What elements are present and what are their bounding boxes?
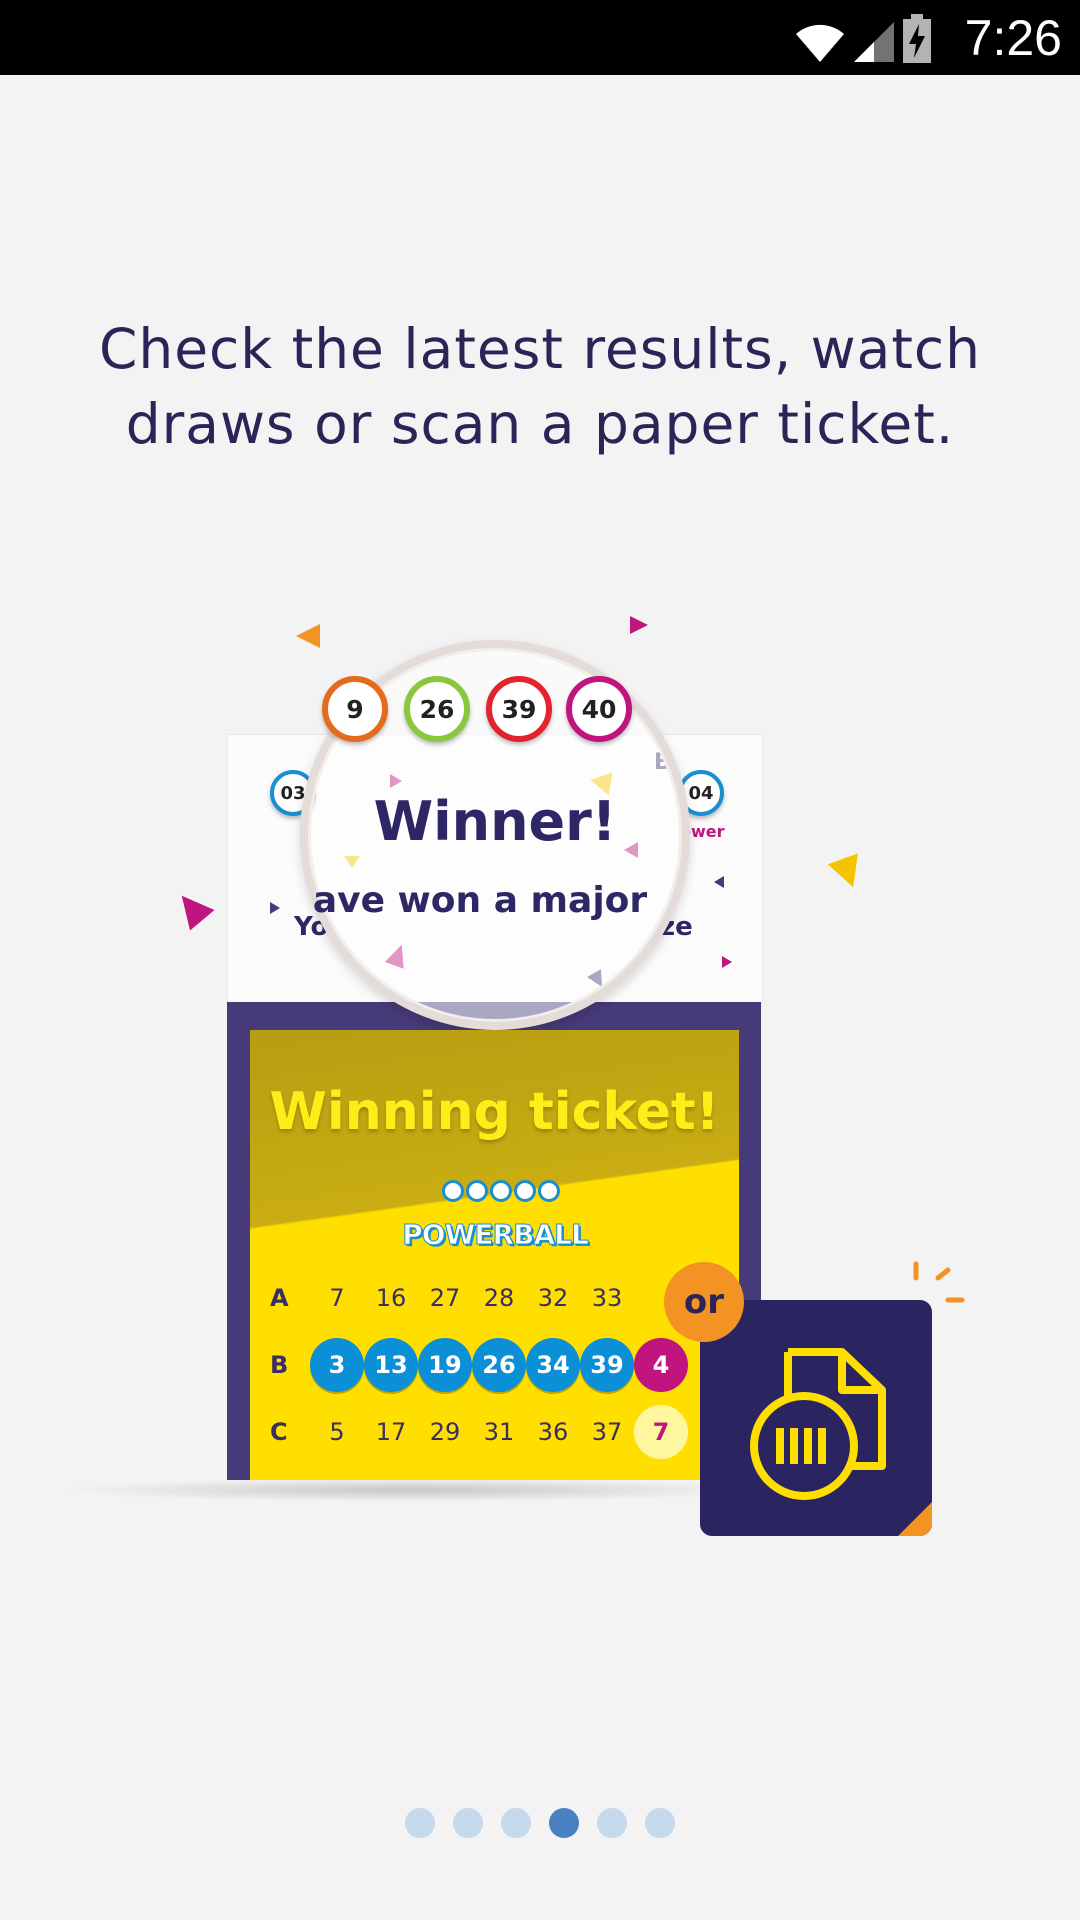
confetti [722,956,732,968]
signal-icon [854,22,894,62]
result-ball: 9 [322,676,388,742]
ticket-scan-icon [750,1348,932,1536]
ticket-row: B 3 13 19 26 34 39 4 [270,1337,730,1393]
ticket-number-hit: 19 [418,1338,472,1392]
row-label: B [270,1351,289,1379]
ticket-number-hit: 13 [364,1338,418,1392]
winning-ticket: Winning ticket! POWERBALL A 7 16 27 28 3… [250,1030,739,1480]
ticket-powerball: 7 [634,1405,688,1459]
result-ball: 40 [566,676,632,742]
ticket-title: Winning ticket! [269,1082,720,1142]
ticket-number: 31 [483,1418,515,1446]
ticket-number: 29 [429,1418,461,1446]
ticket-number: 7 [329,1284,345,1312]
onboarding-illustration: 03 04 B ower Yo ze 9 26 39 40 Winner! av… [0,600,1080,1560]
ticket-row: A 7 16 27 28 32 33 [270,1270,730,1326]
powerball-logo: POWERBALL [400,1180,590,1260]
winner-subtitle: ave won a major [312,880,648,921]
page-dot[interactable] [405,1808,435,1838]
winner-title: Winner! [373,790,617,853]
ticket-number: 28 [483,1284,515,1312]
powerball-wordmark: POWERBALL [402,1218,590,1252]
ticket-number: 36 [537,1418,569,1446]
page-dot[interactable] [645,1808,675,1838]
page-dot[interactable] [597,1808,627,1838]
ticket-powerball-hit: 4 [634,1338,688,1392]
ticket-row: C 5 17 29 31 36 37 7 [270,1404,730,1460]
page-dot[interactable] [453,1808,483,1838]
row-label: A [270,1284,289,1312]
battery-charging-icon [903,14,931,63]
ticket-number: 17 [375,1418,407,1446]
result-ball: 39 [486,676,552,742]
wifi-icon [796,24,844,62]
page-dot-active[interactable] [549,1808,579,1838]
ticket-number: 27 [429,1284,461,1312]
or-badge: or [664,1262,744,1342]
sparkle-icon [913,1261,965,1303]
ticket-number: 32 [537,1284,569,1312]
confetti [827,853,869,893]
ticket-number: 16 [375,1284,407,1312]
status-bar: 7:26 [0,0,1080,75]
ticket-number: 33 [591,1284,623,1312]
ticket-number-hit: 39 [580,1338,634,1392]
ticket-number-hit: 3 [310,1338,364,1392]
result-ball: 26 [404,676,470,742]
status-time: 7:26 [964,10,1062,66]
page-dot[interactable] [501,1808,531,1838]
ticket-number: 37 [591,1418,623,1446]
status-icons [794,12,932,64]
confetti [169,885,215,931]
lotto-dots [442,1180,560,1202]
ticket-number-hit: 34 [526,1338,580,1392]
confetti [630,616,648,634]
onboarding-headline: Check the latest results, watch draws or… [98,317,982,456]
ticket-number-hit: 26 [472,1338,526,1392]
phone-shadow [60,1478,760,1502]
scan-ticket-card [700,1300,932,1536]
confetti [296,624,320,648]
page-indicator [0,1808,1080,1838]
ticket-number: 5 [329,1418,345,1446]
row-label: C [270,1418,288,1446]
